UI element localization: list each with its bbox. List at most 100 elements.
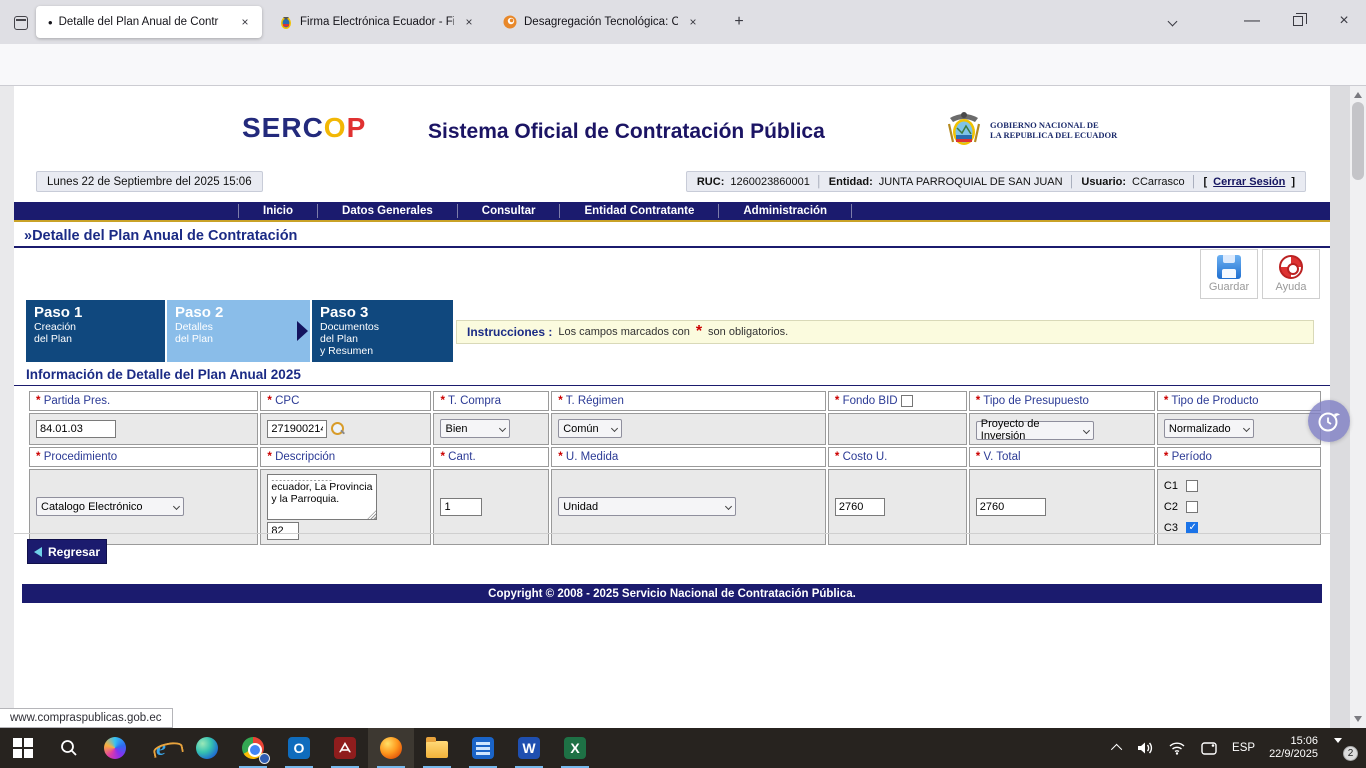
gold-divider — [14, 220, 1330, 222]
scroll-down-arrow[interactable] — [1354, 716, 1362, 722]
page-footer: Copyright © 2008 - 2025 Servicio Naciona… — [22, 584, 1322, 603]
firefox-view-icon[interactable] — [10, 12, 32, 34]
ecuador-coat-of-arms-icon — [944, 108, 984, 152]
wifi-icon[interactable] — [1168, 741, 1186, 755]
windows-logo-icon — [13, 738, 33, 758]
usuario-value: CCarrasco — [1132, 176, 1185, 188]
header-cant: * Cant. — [433, 447, 549, 467]
nav-item-consultar[interactable]: Consultar — [457, 204, 560, 218]
internet-explorer-icon: e — [156, 735, 166, 761]
taskbar-acrobat-button[interactable]: ᗋ — [322, 728, 368, 768]
tab-close-icon[interactable]: × — [684, 13, 702, 31]
tab-close-icon[interactable]: × — [236, 13, 254, 31]
ruc-value: 1260023860001 — [730, 176, 810, 188]
descripcion-extra-input[interactable] — [267, 522, 299, 540]
header-procedimiento: * Procedimiento — [29, 447, 258, 467]
new-tab-button[interactable]: + — [728, 11, 750, 33]
header-tipo-producto: * Tipo de Producto — [1157, 391, 1321, 411]
language-indicator[interactable]: ESP — [1232, 742, 1255, 754]
section-title: Información de Detalle del Plan Anual 20… — [26, 367, 301, 382]
scrollbar-thumb[interactable] — [1352, 102, 1364, 180]
browser-tab-bar: • Detalle del Plan Anual de Contr × Firm… — [0, 0, 1366, 44]
costou-input[interactable] — [835, 498, 885, 516]
scroll-up-arrow[interactable] — [1354, 92, 1362, 98]
plan-detail-form: * Partida Pres. * CPC * T. Compra * T. R… — [27, 389, 1323, 547]
ecuador-coat-favicon — [278, 14, 294, 30]
tcompra-select[interactable]: Bien — [440, 419, 510, 438]
tab-firma-electronica[interactable]: Firma Electrónica Ecuador - Firm × — [270, 6, 486, 38]
notification-center-icon[interactable]: 2 — [1332, 739, 1352, 757]
taskbar-firefox-button[interactable] — [368, 728, 414, 768]
sercop-logo: SERCOP — [242, 112, 366, 144]
save-button[interactable]: Guardar — [1200, 249, 1258, 299]
window-close-button[interactable]: × — [1328, 6, 1360, 36]
tab-title: Desagregación Tecnológica: Cál — [524, 16, 678, 28]
periodo-c3-checkbox[interactable] — [1186, 522, 1198, 534]
step-3: Paso 3 Documentos del Plan y Resumen — [312, 300, 453, 362]
tipo-presupuesto-select[interactable]: Proyecto de Inversión — [976, 421, 1094, 440]
fondo-bid-checkbox[interactable] — [901, 395, 913, 407]
nav-item-datos-generales[interactable]: Datos Generales — [317, 204, 457, 218]
taskbar-outlook-button[interactable]: O — [276, 728, 322, 768]
procedimiento-select[interactable]: Catalogo Electrónico — [36, 497, 184, 516]
help-button[interactable]: Ayuda — [1262, 249, 1320, 299]
session-box: RUC: 1260023860001 │ Entidad: JUNTA PARR… — [686, 171, 1306, 192]
outlook-icon: O — [288, 737, 310, 759]
taskbar-billing-app-button[interactable] — [460, 728, 506, 768]
fondo-bid-empty-cell — [828, 413, 967, 445]
system-tray: ESP 15:06 22/9/2025 2 — [1114, 735, 1366, 761]
header-periodo: * Período — [1157, 447, 1321, 467]
periodo-c1-checkbox[interactable] — [1186, 480, 1198, 492]
cant-input[interactable] — [440, 498, 482, 516]
window-minimize-button[interactable]: — — [1236, 6, 1268, 36]
window-restore-button[interactable] — [1282, 6, 1314, 36]
taskbar-copilot-button[interactable] — [92, 728, 138, 768]
tab-desagregacion[interactable]: Desagregación Tecnológica: Cál × — [494, 6, 710, 38]
descripcion-textarea[interactable]: ▪▪▪▪▪▪▪▪▪▪▪▪▪▪▪▪ ecuador, La Provincia y… — [267, 474, 377, 520]
header-costou: * Costo U. — [828, 447, 967, 467]
clock[interactable]: 15:06 22/9/2025 — [1269, 735, 1318, 761]
tab-close-icon[interactable]: × — [460, 13, 478, 31]
taskbar-word-button[interactable]: W — [506, 728, 552, 768]
resize-grip-icon[interactable] — [367, 510, 376, 519]
taskbar-search-button[interactable] — [46, 728, 92, 768]
floating-timer-widget[interactable] — [1308, 400, 1350, 442]
life-ring-icon — [1279, 255, 1303, 279]
taskbar-explorer-button[interactable] — [414, 728, 460, 768]
cpc-input[interactable] — [267, 420, 327, 438]
nav-item-administracion[interactable]: Administración — [718, 204, 852, 218]
vertical-scrollbar[interactable] — [1350, 86, 1366, 728]
tab-title: Detalle del Plan Anual de Contr — [59, 16, 230, 28]
tablet-mode-icon[interactable] — [1200, 741, 1218, 756]
tab-detalle-plan[interactable]: • Detalle del Plan Anual de Contr × — [36, 6, 262, 38]
regresar-button[interactable]: Regresar — [27, 539, 107, 564]
unsaved-dot-icon: • — [48, 15, 53, 30]
partida-input[interactable] — [36, 420, 116, 438]
periodo-checkbox-group: C1 C2 C3 — [1164, 475, 1314, 538]
tray-expand-icon[interactable] — [1111, 744, 1122, 755]
header-descripcion: * Descripción — [260, 447, 431, 467]
logout-link[interactable]: Cerrar Sesión — [1213, 176, 1285, 188]
cpc-search-icon[interactable] — [331, 422, 345, 436]
volume-icon[interactable] — [1136, 740, 1154, 756]
header-tipo-presupuesto: * Tipo de Presupuesto — [969, 391, 1155, 411]
periodo-c2-checkbox[interactable] — [1186, 501, 1198, 513]
nav-item-inicio[interactable]: Inicio — [238, 204, 317, 218]
taskbar-edge-button[interactable] — [184, 728, 230, 768]
umedida-select[interactable]: Unidad — [558, 497, 736, 516]
taskbar-ie-button[interactable]: e — [138, 728, 184, 768]
vtotal-input[interactable] — [976, 498, 1046, 516]
tipo-producto-select[interactable]: Normalizado — [1164, 419, 1254, 438]
nav-item-entidad-contratante[interactable]: Entidad Contratante — [559, 204, 718, 218]
taskbar-excel-button[interactable]: X — [552, 728, 598, 768]
header-tcompra: * T. Compra — [433, 391, 549, 411]
start-button[interactable] — [0, 728, 46, 768]
firefox-icon — [380, 737, 402, 759]
header-vtotal: * V. Total — [969, 447, 1155, 467]
step-2-active: Paso 2 Detalles del Plan — [167, 300, 310, 362]
tregimen-select[interactable]: Común — [558, 419, 622, 438]
list-all-tabs-icon[interactable] — [1156, 6, 1188, 36]
step-arrow-icon — [297, 321, 308, 341]
back-arrow-icon — [34, 547, 42, 557]
taskbar-chrome-button[interactable] — [230, 728, 276, 768]
